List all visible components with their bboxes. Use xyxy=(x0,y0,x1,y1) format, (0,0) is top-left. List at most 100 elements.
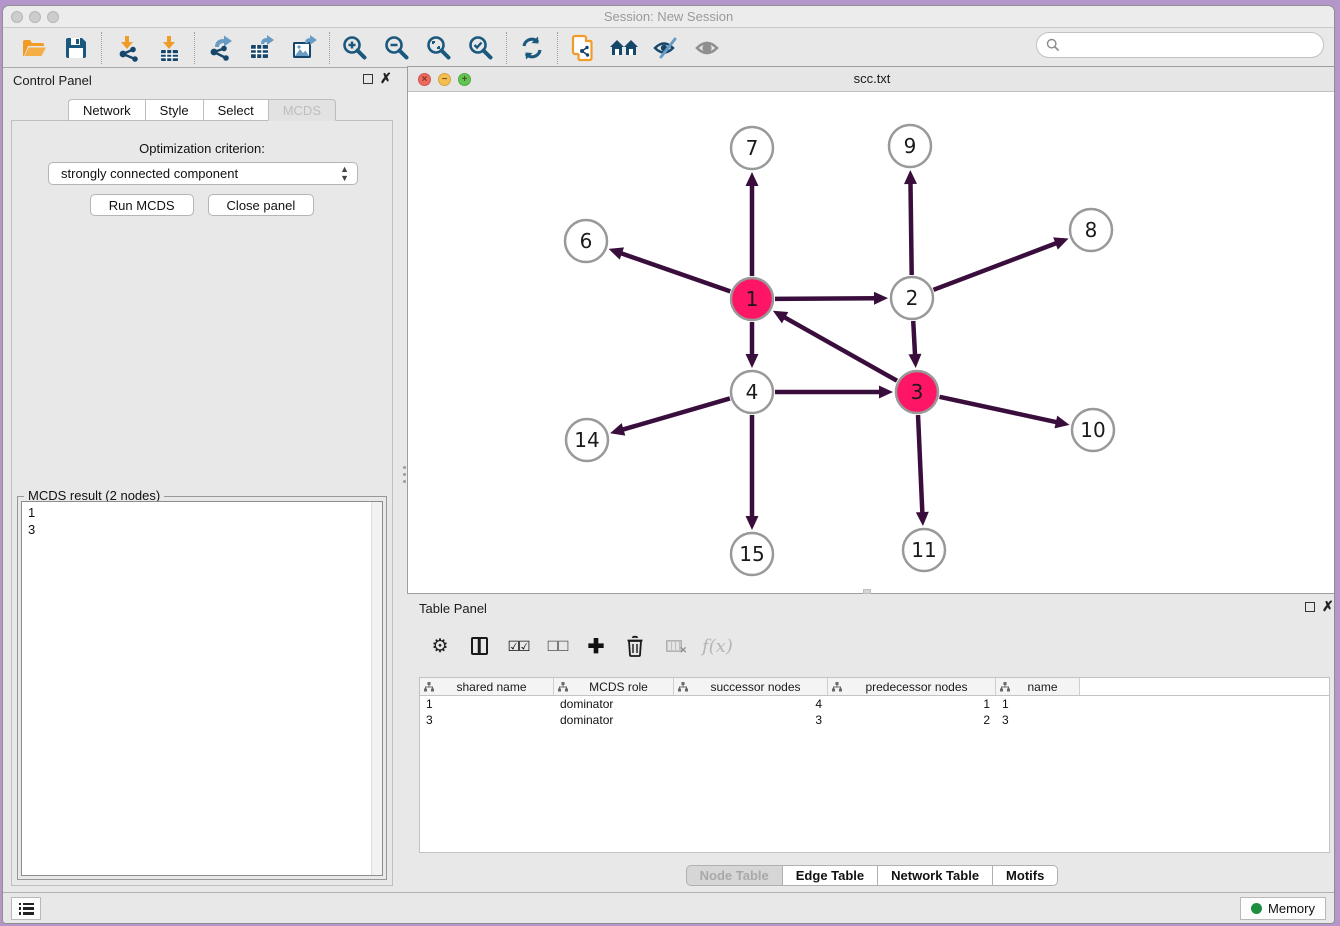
edge-4-14[interactable] xyxy=(622,398,730,430)
run-mcds-button[interactable]: Run MCDS xyxy=(90,194,194,216)
deselect-all-columns-icon[interactable]: ☐☐ xyxy=(546,634,568,658)
close-panel-button[interactable]: Close panel xyxy=(208,194,315,216)
column-header-predecessor-nodes[interactable]: predecessor nodes xyxy=(828,678,996,695)
settings-gear-icon[interactable]: ⚙ xyxy=(429,634,451,658)
node-label-9: 9 xyxy=(904,134,917,158)
cell-predecessor-nodes[interactable]: 2 xyxy=(828,712,996,728)
node-label-15: 15 xyxy=(739,542,764,566)
duplicate-network-icon[interactable] xyxy=(562,31,604,65)
criterion-dropdown[interactable]: strongly connected component ▲▼ xyxy=(48,162,358,185)
arrowhead-1-7 xyxy=(746,172,759,186)
export-network-icon[interactable] xyxy=(199,31,241,65)
main-toolbar xyxy=(3,28,1334,68)
node-label-3: 3 xyxy=(911,380,924,404)
arrowhead-2-8 xyxy=(1053,237,1068,249)
task-history-button[interactable] xyxy=(11,897,41,920)
table-header-row: shared nameMCDS rolesuccessor nodesprede… xyxy=(420,678,1329,696)
node-table[interactable]: shared nameMCDS rolesuccessor nodesprede… xyxy=(419,677,1330,853)
cell-shared-name[interactable]: 3 xyxy=(420,712,554,728)
table-row[interactable]: 3dominator323 xyxy=(420,712,1329,728)
tab-mcds[interactable]: MCDS xyxy=(268,99,336,121)
zoom-in-icon[interactable] xyxy=(334,31,376,65)
column-header-name[interactable]: name xyxy=(996,678,1080,695)
edge-1-2[interactable] xyxy=(775,298,876,299)
network-window-title: scc.txt xyxy=(408,71,1335,86)
save-session-icon[interactable] xyxy=(55,31,97,65)
tab-style[interactable]: Style xyxy=(145,99,203,121)
cell-predecessor-nodes[interactable]: 1 xyxy=(828,696,996,712)
hide-selected-icon[interactable] xyxy=(646,31,688,65)
network-canvas[interactable]: 7968124314101511 xyxy=(408,92,1335,593)
export-image-icon[interactable] xyxy=(283,31,325,65)
arrowhead-4-14 xyxy=(610,423,625,435)
control-panel-tabs: NetworkStyleSelectMCDS xyxy=(3,99,401,121)
panel-splitter-handle[interactable] xyxy=(402,466,406,488)
canvas-resize-handle[interactable] xyxy=(863,589,871,594)
edge-2-8[interactable] xyxy=(934,243,1058,290)
table-close-panel-icon[interactable]: ✗ xyxy=(1322,598,1334,615)
delete-column-icon[interactable] xyxy=(624,634,646,658)
float-panel-icon[interactable] xyxy=(363,74,373,84)
column-header-successor-nodes[interactable]: successor nodes xyxy=(674,678,828,695)
arrowhead-4-15 xyxy=(746,516,759,530)
toolbar-separator xyxy=(329,32,330,64)
table-float-panel-icon[interactable] xyxy=(1305,602,1315,612)
toolbar-separator xyxy=(101,32,102,64)
table-type-tabs: Node TableEdge TableNetwork TableMotifs xyxy=(407,865,1335,886)
tab-edge-table[interactable]: Edge Table xyxy=(782,865,877,886)
edge-2-3[interactable] xyxy=(913,321,915,356)
tab-select[interactable]: Select xyxy=(203,99,268,121)
function-builder-icon: f(x) xyxy=(702,634,733,658)
memory-button[interactable]: Memory xyxy=(1240,897,1326,920)
cell-name[interactable]: 3 xyxy=(996,712,1080,728)
arrowhead-3-10 xyxy=(1054,416,1069,429)
show-all-icon[interactable] xyxy=(688,31,730,65)
tab-network-table[interactable]: Network Table xyxy=(877,865,992,886)
node-label-2: 2 xyxy=(906,286,919,310)
close-panel-icon[interactable]: ✗ xyxy=(380,70,392,87)
tab-node-table[interactable]: Node Table xyxy=(686,865,782,886)
edge-2-9[interactable] xyxy=(910,182,911,275)
result-scrollbar[interactable] xyxy=(371,502,382,875)
edge-3-10[interactable] xyxy=(939,397,1057,423)
import-network-icon[interactable] xyxy=(106,31,148,65)
cell-successor-nodes[interactable]: 3 xyxy=(674,712,828,728)
cell-successor-nodes[interactable]: 4 xyxy=(674,696,828,712)
export-table-icon[interactable] xyxy=(241,31,283,65)
network-view-window: × − + scc.txt 7968124314101511 xyxy=(407,66,1335,594)
node-label-10: 10 xyxy=(1080,418,1105,442)
tab-network[interactable]: Network xyxy=(68,99,145,121)
cell-name[interactable]: 1 xyxy=(996,696,1080,712)
tab-motifs[interactable]: Motifs xyxy=(992,865,1058,886)
hierarchy-icon xyxy=(678,682,688,692)
show-columns-icon[interactable] xyxy=(468,634,490,658)
edge-3-11[interactable] xyxy=(918,415,922,514)
search-box[interactable] xyxy=(1036,32,1324,58)
mcds-result-lines: 1 3 xyxy=(22,502,382,538)
column-header-shared-name[interactable]: shared name xyxy=(420,678,554,695)
edge-3-1[interactable] xyxy=(783,317,897,381)
cell-MCDS-role[interactable]: dominator xyxy=(554,696,674,712)
open-file-icon[interactable] xyxy=(13,31,55,65)
search-input[interactable] xyxy=(1065,38,1323,53)
refresh-view-icon[interactable] xyxy=(511,31,553,65)
import-table-icon[interactable] xyxy=(148,31,190,65)
table-row[interactable]: 1dominator411 xyxy=(420,696,1329,712)
zoom-selected-icon[interactable] xyxy=(460,31,502,65)
arrowhead-1-2 xyxy=(874,292,888,305)
edge-1-6[interactable] xyxy=(620,253,730,292)
network-window-titlebar[interactable]: × − + scc.txt xyxy=(408,67,1335,92)
zoom-fit-icon[interactable] xyxy=(418,31,460,65)
cell-shared-name[interactable]: 1 xyxy=(420,696,554,712)
column-header-MCDS-role[interactable]: MCDS role xyxy=(554,678,674,695)
select-all-columns-icon[interactable]: ☑☑ xyxy=(507,634,529,658)
list-icon xyxy=(19,903,34,915)
first-neighbors-icon[interactable] xyxy=(604,31,646,65)
add-column-icon[interactable]: ✚ xyxy=(585,634,607,658)
zoom-out-icon[interactable] xyxy=(376,31,418,65)
memory-label: Memory xyxy=(1268,901,1315,916)
cell-MCDS-role[interactable]: dominator xyxy=(554,712,674,728)
mcds-result-list[interactable]: 1 3 xyxy=(21,501,383,876)
search-icon xyxy=(1046,38,1060,52)
status-bar: Memory xyxy=(3,892,1334,923)
